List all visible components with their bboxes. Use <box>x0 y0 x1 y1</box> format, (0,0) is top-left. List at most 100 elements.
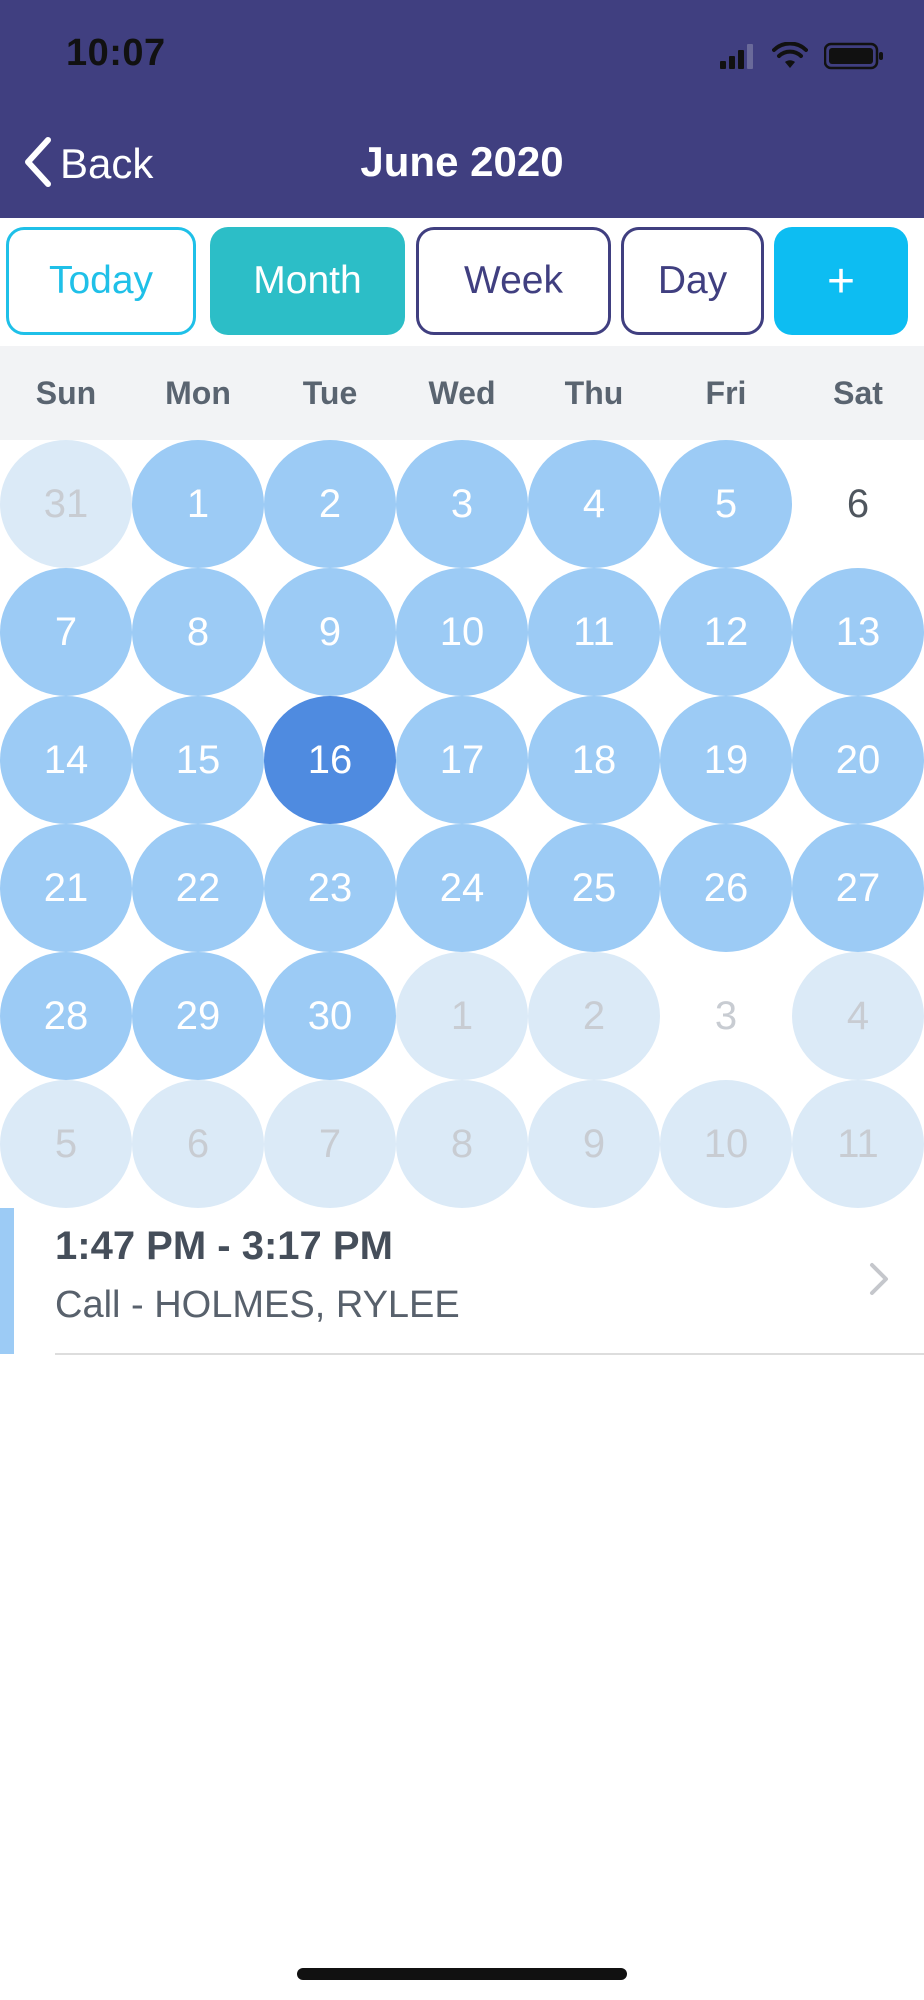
day-button[interactable]: 2 <box>264 440 396 568</box>
day-button[interactable]: 18 <box>528 696 660 824</box>
day-cell: 2 <box>264 440 396 568</box>
day-cell: 6 <box>792 440 924 568</box>
day-button[interactable]: 8 <box>132 568 264 696</box>
day-button-selected[interactable]: 16 <box>264 696 396 824</box>
status-time: 10:07 <box>66 32 166 74</box>
day-cell: 28 <box>0 952 132 1080</box>
tab-month[interactable]: Month <box>210 227 405 335</box>
day-button[interactable]: 9 <box>264 568 396 696</box>
home-indicator[interactable] <box>297 1968 627 1980</box>
day-button[interactable]: 25 <box>528 824 660 952</box>
day-button[interactable]: 21 <box>0 824 132 952</box>
day-cell: 6 <box>132 1080 264 1208</box>
month-grid: 31 1 2 3 4 5 6 7 8 9 10 11 12 13 14 15 1… <box>0 440 924 1208</box>
day-button[interactable]: 10 <box>660 1080 792 1208</box>
add-event-button[interactable]: + <box>774 227 908 335</box>
day-cell: 3 <box>660 952 792 1080</box>
day-button[interactable]: 8 <box>396 1080 528 1208</box>
day-cell: 25 <box>528 824 660 952</box>
tab-day[interactable]: Day <box>621 227 764 335</box>
day-button[interactable]: 3 <box>396 440 528 568</box>
day-cell: 11 <box>792 1080 924 1208</box>
status-icons <box>720 40 884 76</box>
event-list-item[interactable]: 1:47 PM - 3:17 PM Call - HOLMES, RYLEE <box>0 1208 924 1355</box>
day-button[interactable]: 7 <box>264 1080 396 1208</box>
day-button[interactable]: 20 <box>792 696 924 824</box>
chevron-right-icon <box>868 1261 890 1302</box>
battery-icon <box>823 42 884 75</box>
day-button[interactable]: 26 <box>660 824 792 952</box>
day-cell: 13 <box>792 568 924 696</box>
day-cell: 26 <box>660 824 792 952</box>
day-button[interactable]: 5 <box>0 1080 132 1208</box>
day-button[interactable]: 24 <box>396 824 528 952</box>
day-button[interactable]: 23 <box>264 824 396 952</box>
day-cell: 11 <box>528 568 660 696</box>
event-title: Call - HOLMES, RYLEE <box>55 1284 460 1326</box>
weekday-label: Wed <box>428 375 496 411</box>
day-cell: 14 <box>0 696 132 824</box>
divider <box>55 1353 924 1355</box>
weekday-label: Fri <box>705 375 747 411</box>
day-cell: 17 <box>396 696 528 824</box>
day-cell: 4 <box>528 440 660 568</box>
tab-week[interactable]: Week <box>416 227 611 335</box>
day-cell: 7 <box>0 568 132 696</box>
day-cell: 20 <box>792 696 924 824</box>
day-button[interactable]: 1 <box>132 440 264 568</box>
week-row: 5 6 7 8 9 10 11 <box>0 1080 924 1208</box>
day-cell: 10 <box>660 1080 792 1208</box>
day-button[interactable]: 2 <box>528 952 660 1080</box>
event-color-bar <box>0 1208 14 1354</box>
day-button[interactable]: 14 <box>0 696 132 824</box>
day-button[interactable]: 19 <box>660 696 792 824</box>
day-cell: 18 <box>528 696 660 824</box>
day-cell: 12 <box>660 568 792 696</box>
day-button[interactable]: 6 <box>132 1080 264 1208</box>
day-button[interactable]: 11 <box>528 568 660 696</box>
week-row: 31 1 2 3 4 5 6 <box>0 440 924 568</box>
day-button[interactable]: 6 <box>792 440 924 568</box>
week-row: 14 15 16 17 18 19 20 <box>0 696 924 824</box>
day-button[interactable]: 9 <box>528 1080 660 1208</box>
weekday-label: Tue <box>302 375 358 411</box>
day-button[interactable]: 17 <box>396 696 528 824</box>
day-button[interactable]: 28 <box>0 952 132 1080</box>
day-button[interactable]: 29 <box>132 952 264 1080</box>
weekday-label: Sun <box>35 375 97 411</box>
day-button[interactable]: 10 <box>396 568 528 696</box>
day-cell: 15 <box>132 696 264 824</box>
day-cell: 3 <box>396 440 528 568</box>
day-cell: 1 <box>132 440 264 568</box>
day-cell: 10 <box>396 568 528 696</box>
day-button[interactable]: 11 <box>792 1080 924 1208</box>
weekday-header: Sun Mon Tue Wed Thu Fri Sat <box>0 346 924 440</box>
page-title: June 2020 <box>360 138 564 185</box>
day-button[interactable]: 15 <box>132 696 264 824</box>
day-button[interactable]: 22 <box>132 824 264 952</box>
day-cell: 24 <box>396 824 528 952</box>
day-cell: 23 <box>264 824 396 952</box>
day-button[interactable]: 30 <box>264 952 396 1080</box>
day-button[interactable]: 3 <box>660 952 792 1080</box>
event-time: 1:47 PM - 3:17 PM <box>55 1224 393 1268</box>
day-button[interactable]: 31 <box>0 440 132 568</box>
day-button[interactable]: 5 <box>660 440 792 568</box>
week-row: 21 22 23 24 25 26 27 <box>0 824 924 952</box>
day-button[interactable]: 7 <box>0 568 132 696</box>
day-button[interactable]: 4 <box>528 440 660 568</box>
app-header: 10:07 Back June 2020 <box>0 0 924 218</box>
day-button[interactable]: 12 <box>660 568 792 696</box>
day-button[interactable]: 27 <box>792 824 924 952</box>
day-cell: 4 <box>792 952 924 1080</box>
day-cell: 22 <box>132 824 264 952</box>
day-button[interactable]: 13 <box>792 568 924 696</box>
day-button[interactable]: 1 <box>396 952 528 1080</box>
day-cell: 29 <box>132 952 264 1080</box>
day-cell: 21 <box>0 824 132 952</box>
today-button[interactable]: Today <box>6 227 196 335</box>
day-cell: 19 <box>660 696 792 824</box>
day-cell: 30 <box>264 952 396 1080</box>
day-cell: 1 <box>396 952 528 1080</box>
day-button[interactable]: 4 <box>792 952 924 1080</box>
